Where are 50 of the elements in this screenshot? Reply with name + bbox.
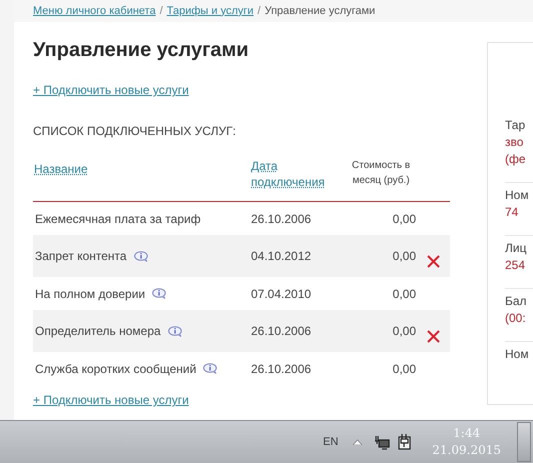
cost-cell-text: 0,00 (392, 248, 416, 265)
list-heading: СПИСОК ПОДКЛЮЧЕННЫХ УСЛУГ: (33, 123, 237, 140)
breadcrumb-separator: / (258, 4, 261, 19)
language-indicator[interactable]: EN (323, 434, 338, 450)
breadcrumb-link[interactable]: Тарифы и услуги (166, 2, 254, 20)
delete-icon[interactable] (426, 254, 440, 268)
panel-label: Тар (505, 117, 526, 134)
panel-label: Ном (505, 187, 530, 204)
date-cell-text: 26.10.2006 (251, 360, 312, 378)
column-header[interactable]: Дата подключения (251, 158, 341, 190)
clock-time: 1:44 (453, 425, 480, 442)
panel-label: Ном (505, 346, 530, 363)
power-plug-icon[interactable] (398, 434, 412, 450)
panel-label: Бал (505, 293, 528, 310)
info-icon[interactable] (134, 250, 149, 262)
service-name: Запрет контента (35, 248, 127, 265)
service-name: Служба коротких сообщений (35, 360, 196, 378)
info-icon[interactable] (152, 288, 168, 299)
panel-value: 254 (505, 257, 526, 274)
add-services-link[interactable]: + Подключить новые услуги (33, 391, 189, 409)
date-cell-text: 26.10.2006 (251, 210, 312, 228)
breadcrumb-current: Управление услугами (264, 4, 376, 19)
info-icon[interactable] (168, 326, 183, 336)
date-cell-text: 04.10.2012 (251, 248, 312, 265)
network-icon[interactable] (374, 434, 390, 450)
service-name: На полном доверии (35, 286, 146, 302)
service-name: Определитель номера (35, 323, 161, 340)
column-header: Стоимость в месяц (руб.) (350, 159, 412, 188)
date-cell-text: 07.04.2010 (251, 286, 312, 302)
cost-cell-text: 0,00 (392, 360, 416, 378)
cost-cell-text: 0,00 (392, 210, 416, 228)
delete-icon[interactable] (426, 330, 440, 342)
panel-label: Лиц (505, 240, 528, 257)
triangle-up-icon[interactable] (353, 439, 362, 445)
clock-date: 21.09.2015 (432, 442, 501, 459)
info-icon[interactable] (203, 363, 218, 374)
service-name: Ежемесячная плата за тариф (35, 210, 201, 228)
panel-value: (фе (505, 151, 527, 168)
show-desktop-button[interactable] (517, 422, 531, 462)
breadcrumb-separator: / (160, 4, 163, 19)
cost-cell-text: 0,00 (392, 323, 416, 340)
panel-value: 74 (505, 204, 520, 221)
add-services-link[interactable]: + Подключить новые услуги (33, 81, 189, 99)
date-cell-text: 26.10.2006 (251, 323, 312, 340)
column-header[interactable]: Название (33, 160, 251, 178)
panel-value: зво (505, 134, 524, 151)
breadcrumb-link[interactable]: Меню личного кабинета (33, 2, 156, 20)
cost-cell-text: 0,00 (392, 286, 416, 302)
page-title: Управление услугами (33, 38, 250, 63)
panel-value: (00: (505, 310, 527, 327)
